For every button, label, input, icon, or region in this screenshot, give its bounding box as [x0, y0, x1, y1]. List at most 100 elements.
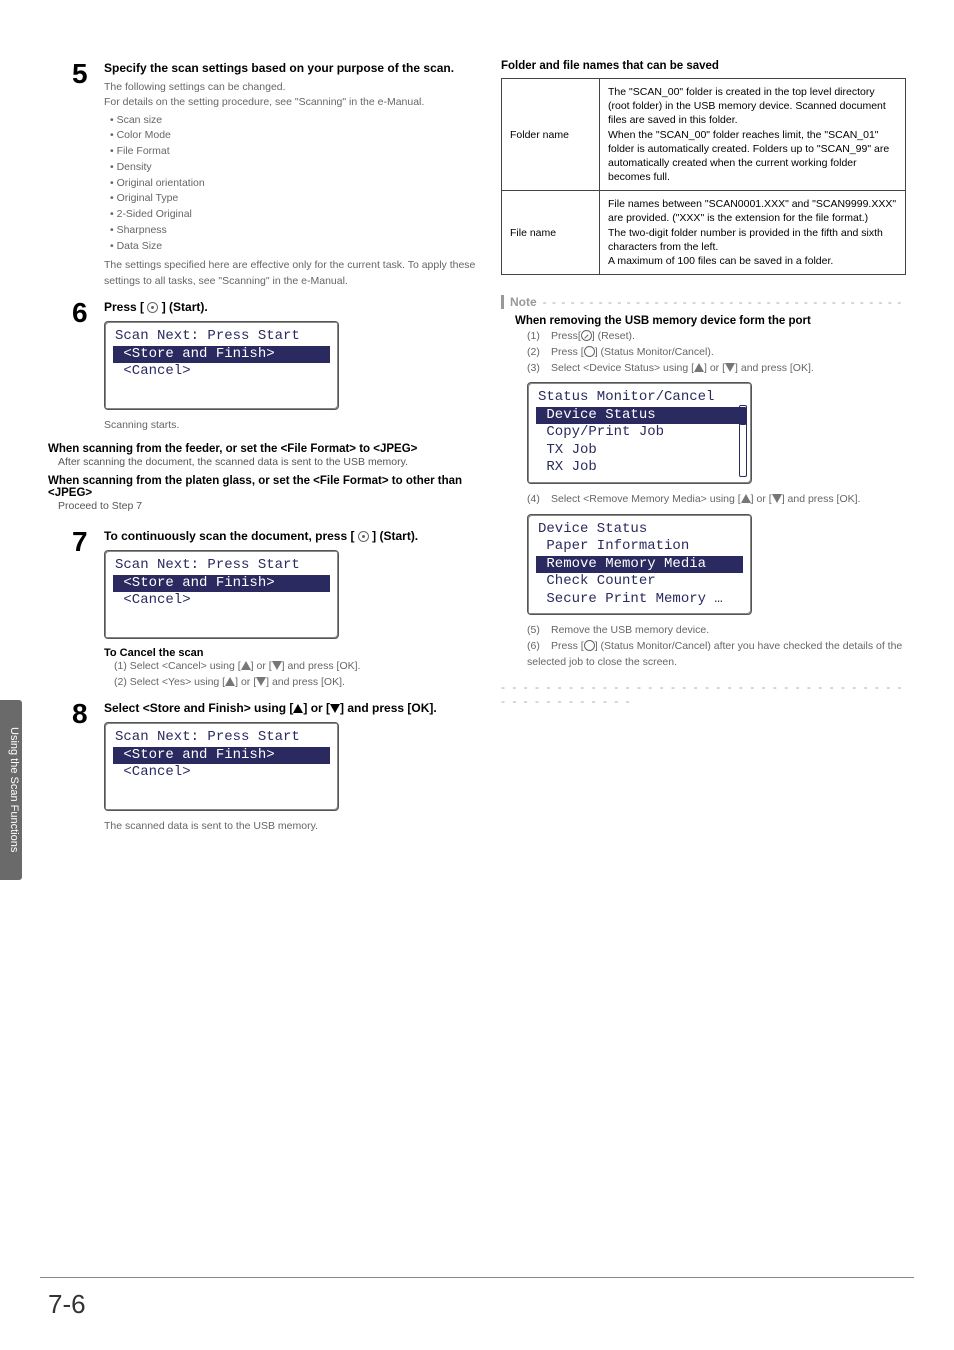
status-monitor-icon — [584, 346, 595, 357]
cancel-step-2: (2) Select <Yes> using [] or [] and pres… — [114, 675, 477, 691]
lcd-step6-line1: Scan Next: Press Start — [113, 328, 330, 346]
down-icon — [330, 704, 340, 713]
step-5-bullets: Scan size Color Mode File Format Density… — [110, 113, 477, 255]
lcd-step6: Scan Next: Press Start <Store and Finish… — [104, 321, 339, 410]
bullet-file-format: File Format — [110, 144, 477, 160]
bullet-density: Density — [110, 160, 477, 176]
step-8: 8 Select <Store and Finish> using [] or … — [72, 700, 477, 834]
step-7-number: 7 — [72, 528, 94, 556]
when-platen-body: Proceed to Step 7 — [58, 499, 477, 514]
step-5-intro2: For details on the setting procedure, se… — [104, 95, 477, 110]
cancel-scan-steps: (1) Select <Cancel> using [] or [] and p… — [114, 659, 477, 691]
bullet-data-size: Data Size — [110, 239, 477, 255]
folder-file-table: Folder name The "SCAN_00" folder is crea… — [501, 78, 906, 275]
lcd-step7: Scan Next: Press Start <Store and Finish… — [104, 550, 339, 639]
lcd-step7-line3: <Cancel> — [113, 592, 330, 610]
down-icon — [772, 494, 782, 503]
up-icon — [225, 677, 235, 686]
step-6-title: Press [ ] (Start). — [104, 299, 477, 315]
step-7: 7 To continuously scan the document, pre… — [72, 528, 477, 690]
file-name-key: File name — [502, 191, 600, 275]
step-5: 5 Specify the scan settings based on you… — [72, 60, 477, 289]
status-monitor-icon — [584, 640, 595, 651]
note-steps-4: (4)Select <Remove Memory Media> using []… — [527, 492, 906, 508]
up-icon — [741, 494, 751, 503]
step-5-number: 5 — [72, 60, 94, 88]
bullet-2sided: 2-Sided Original — [110, 207, 477, 223]
note-label: Note — [501, 295, 537, 309]
reset-icon — [581, 330, 592, 341]
note-step-4: (4)Select <Remove Memory Media> using []… — [527, 492, 906, 508]
file-name-val: File names between "SCAN0001.XXX" and "S… — [600, 191, 906, 275]
bullet-orig-type: Original Type — [110, 191, 477, 207]
lcd-step8: Scan Next: Press Start <Store and Finish… — [104, 722, 339, 811]
note-step-1: (1)Press[] (Reset). — [527, 329, 906, 345]
start-icon — [147, 302, 158, 313]
lcd-step8-line1: Scan Next: Press Start — [113, 729, 330, 747]
down-icon — [725, 363, 735, 372]
note-dashes: - - - - - - - - - - - - - - - - - - - - … — [543, 295, 903, 309]
step-5-intro1: The following settings can be changed. — [104, 80, 477, 95]
note-step-6: (6)Press [] (Status Monitor/Cancel) afte… — [527, 639, 906, 671]
lcd-status-monitor: Status Monitor/Cancel Device Status Copy… — [527, 382, 752, 484]
step-8-title: Select <Store and Finish> using [] or []… — [104, 700, 477, 716]
lcd-step6-line2: <Store and Finish> — [113, 346, 330, 364]
up-icon — [293, 704, 303, 713]
lcd-step8-line2: <Store and Finish> — [113, 747, 330, 765]
note-step-5: (5)Remove the USB memory device. — [527, 623, 906, 639]
folder-file-title: Folder and file names that can be saved — [501, 60, 906, 72]
table-row: File name File names between "SCAN0001.X… — [502, 191, 906, 275]
lcd-step7-line1: Scan Next: Press Start — [113, 557, 330, 575]
step-6-title-post: ] (Start). — [158, 300, 207, 314]
step-7-title: To continuously scan the document, press… — [104, 528, 477, 544]
note-step-2: (2)Press [] (Status Monitor/Cancel). — [527, 345, 906, 361]
lcd-sm-l4: RX Job — [536, 459, 743, 477]
cancel-scan-head: To Cancel the scan — [104, 647, 477, 659]
note-steps-top: (1)Press[] (Reset). (2)Press [] (Status … — [527, 329, 906, 376]
step-5-title: Specify the scan settings based on your … — [104, 60, 477, 76]
footer-rule — [40, 1277, 914, 1278]
lcd-step7-line2: <Store and Finish> — [113, 575, 330, 593]
step-8-after: The scanned data is sent to the USB memo… — [104, 819, 477, 834]
lcd-ds-l2: Remove Memory Media — [536, 556, 743, 574]
lcd-ds-l1: Paper Information — [536, 538, 743, 556]
folder-name-key: Folder name — [502, 79, 600, 191]
lcd-sm-l2: Copy/Print Job — [536, 424, 743, 442]
side-tab: Using the Scan Functions — [0, 700, 22, 880]
bullet-color-mode: Color Mode — [110, 128, 477, 144]
start-icon — [358, 531, 369, 542]
when-feeder-head: When scanning from the feeder, or set th… — [48, 443, 477, 455]
step-6-after: Scanning starts. — [104, 418, 477, 433]
lcd-sm-l3: TX Job — [536, 442, 743, 460]
lcd-sm-title: Status Monitor/Cancel — [536, 389, 743, 407]
bullet-orig-orientation: Original orientation — [110, 176, 477, 192]
cancel-step-1: (1) Select <Cancel> using [] or [] and p… — [114, 659, 477, 675]
step-7-title-pre: To continuously scan the document, press… — [104, 529, 358, 543]
step-8-number: 8 — [72, 700, 94, 728]
up-icon — [694, 363, 704, 372]
lcd-ds-l3: Check Counter — [536, 573, 743, 591]
down-icon — [256, 677, 266, 686]
lcd-sm-l1: Device Status — [536, 407, 743, 425]
folder-name-val: The "SCAN_00" folder is created in the t… — [600, 79, 906, 191]
down-icon — [272, 661, 282, 670]
bullet-scan-size: Scan size — [110, 113, 477, 129]
up-icon — [241, 661, 251, 670]
lcd-step6-line3: <Cancel> — [113, 363, 330, 381]
page-number: 7-6 — [48, 1289, 86, 1320]
step-6-number: 6 — [72, 299, 94, 327]
table-row: Folder name The "SCAN_00" folder is crea… — [502, 79, 906, 191]
bullet-sharpness: Sharpness — [110, 223, 477, 239]
note-block: Note - - - - - - - - - - - - - - - - - - … — [501, 293, 906, 708]
lcd-ds-l4: Secure Print Memory … — [536, 591, 743, 609]
note-steps-bottom: (5)Remove the USB memory device. (6)Pres… — [527, 623, 906, 670]
lcd-device-status: Device Status Paper Information Remove M… — [527, 514, 752, 616]
step-5-note: The settings specified here are effectiv… — [104, 258, 477, 288]
scrollbar-thumb — [740, 407, 746, 425]
when-platen-head: When scanning from the platen glass, or … — [48, 475, 477, 499]
when-feeder-body: After scanning the document, the scanned… — [58, 455, 477, 470]
step-6-title-pre: Press [ — [104, 300, 147, 314]
note-step-3: (3)Select <Device Status> using [] or []… — [527, 361, 906, 377]
note-end-dashes: - - - - - - - - - - - - - - - - - - - - … — [501, 680, 906, 708]
lcd-step8-line3: <Cancel> — [113, 764, 330, 782]
